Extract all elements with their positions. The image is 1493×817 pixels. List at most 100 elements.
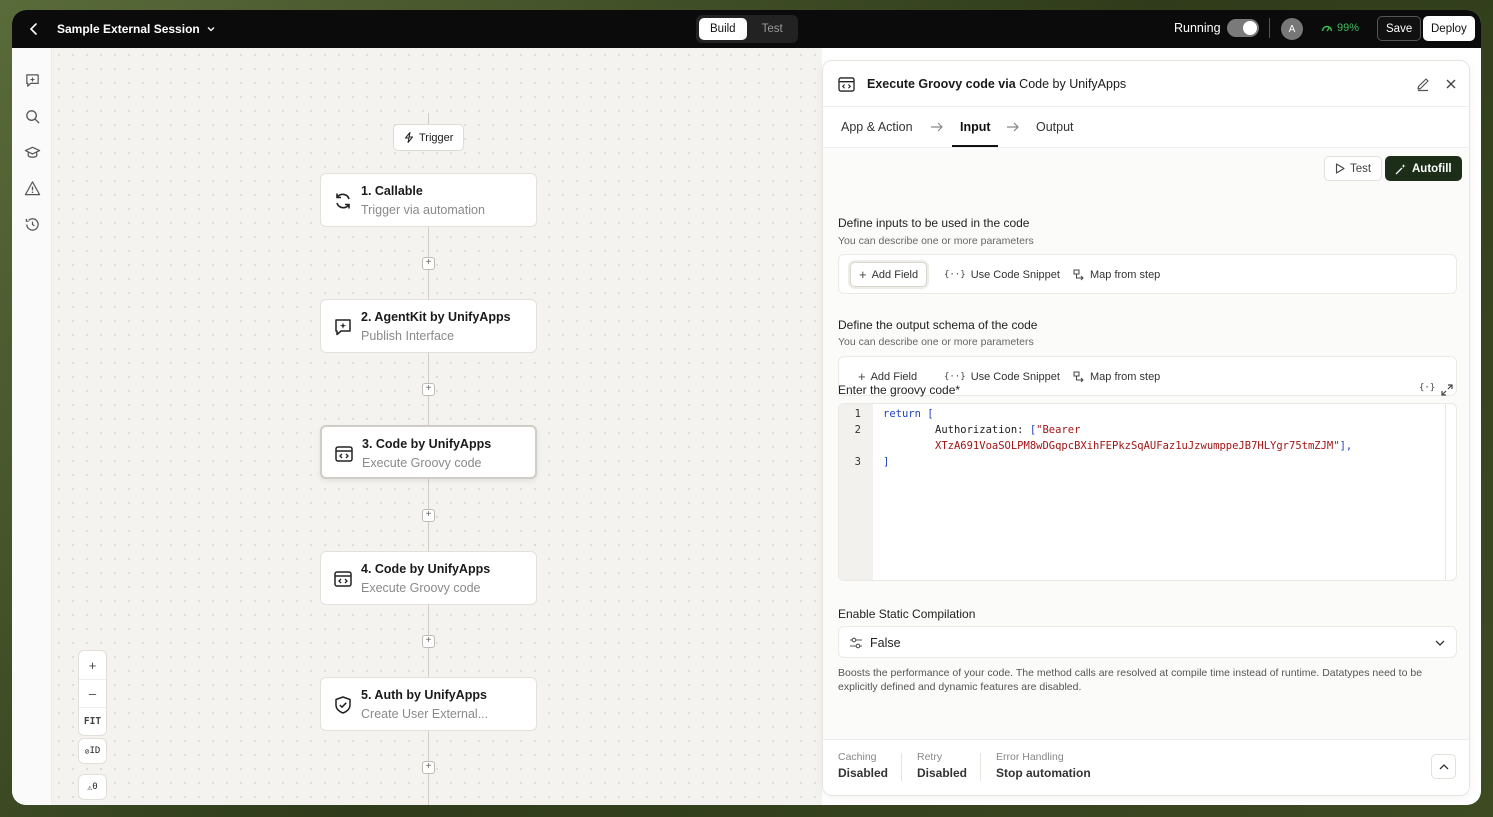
- tab-app-action[interactable]: App & Action: [841, 120, 913, 134]
- line-number: 1: [854, 408, 861, 420]
- add-step-button[interactable]: +: [422, 761, 435, 774]
- caching-value: Disabled: [838, 766, 889, 780]
- panel-footer: Caching Disabled Retry Disabled Error Ha…: [823, 739, 1469, 795]
- workflow-node-5[interactable]: 5. Auth by UnifyApps Create User Externa…: [320, 677, 537, 731]
- top-bar: Sample External Session Build Test Runni…: [12, 10, 1481, 48]
- workflow-node-3[interactable]: 3. Code by UnifyApps Execute Groovy code: [320, 425, 537, 479]
- avatar[interactable]: A: [1281, 18, 1303, 40]
- use-code-snippet-button[interactable]: {··} Use Code Snippet: [936, 262, 1068, 287]
- code-token: ],: [1339, 440, 1353, 452]
- warnings-button[interactable]: ⚠ 0: [78, 774, 107, 800]
- node-subtitle: Create User External...: [361, 707, 489, 721]
- chevron-up-icon: [1439, 763, 1448, 769]
- trigger-label: Trigger: [419, 131, 454, 144]
- expand-icon[interactable]: [1440, 383, 1454, 397]
- static-compilation-label: Enable Static Compilation: [838, 607, 976, 621]
- running-label: Running: [1174, 21, 1221, 35]
- tab-test[interactable]: Test: [751, 18, 794, 40]
- error-handling-setting[interactable]: Error Handling Stop automation: [996, 751, 1091, 780]
- add-step-button[interactable]: +: [422, 383, 435, 396]
- divider: [980, 753, 981, 781]
- retry-setting[interactable]: Retry Disabled: [917, 751, 967, 780]
- edit-icon[interactable]: [1415, 76, 1431, 92]
- search-icon[interactable]: [24, 108, 41, 125]
- editor-scrollbar[interactable]: [1445, 404, 1446, 580]
- map-step-icon: [1073, 269, 1084, 280]
- static-compilation-value: False: [870, 636, 901, 650]
- outputs-section-subtitle: You can describe one or more parameters: [838, 336, 1034, 348]
- tab-output[interactable]: Output: [1036, 120, 1074, 134]
- node-title: 1. Callable: [361, 184, 423, 198]
- chevron-down-icon: [1435, 640, 1445, 646]
- zoom-out-button[interactable]: –: [79, 679, 106, 707]
- panel-title-action: Execute Groovy code via: [867, 77, 1016, 91]
- deploy-button[interactable]: Deploy: [1423, 16, 1475, 41]
- trigger-pill[interactable]: Trigger: [393, 124, 465, 151]
- test-button[interactable]: Test: [1324, 156, 1383, 181]
- code-window-icon: [838, 77, 855, 92]
- map-from-step-button[interactable]: Map from step: [1065, 262, 1168, 287]
- add-step-button[interactable]: +: [422, 635, 435, 648]
- map-from-step-label: Map from step: [1090, 268, 1161, 281]
- autofill-label: Autofill: [1412, 162, 1452, 175]
- fit-view-button[interactable]: FIT: [79, 707, 106, 735]
- braces-format-icon[interactable]: {·}: [1419, 383, 1435, 397]
- collapse-footer-button[interactable]: [1431, 754, 1456, 779]
- save-button[interactable]: Save: [1377, 16, 1422, 41]
- autofill-button[interactable]: Autofill: [1385, 156, 1462, 181]
- add-input-field-button[interactable]: + Add Field: [850, 262, 928, 287]
- workflow-node-2[interactable]: 2. AgentKit by UnifyApps Publish Interfa…: [320, 299, 537, 353]
- mode-switch: Build Test: [696, 15, 798, 43]
- code-window-icon: [335, 446, 353, 462]
- inputs-section-title: Define inputs to be used in the code: [838, 216, 1030, 230]
- close-icon[interactable]: [1443, 76, 1459, 92]
- left-rail: [12, 48, 52, 805]
- warnings-count: 0: [92, 782, 98, 792]
- inputs-field-box: + Add Field {··} Use Code Snippet Map fr…: [838, 254, 1457, 294]
- braces-icon: {··}: [944, 269, 966, 280]
- panel-header: Execute Groovy code via Code by UnifyApp…: [823, 61, 1469, 107]
- node-title: 4. Code by UnifyApps: [361, 562, 491, 576]
- node-subtitle: Trigger via automation: [361, 203, 485, 217]
- code-string: XTzA691VoaSOLPM8wDGqpcBXihFEPkzSqAUFaz1u…: [935, 440, 1340, 452]
- magic-wand-icon: [1395, 163, 1406, 174]
- zoom-in-button[interactable]: +: [79, 651, 106, 679]
- line-number: 3: [854, 456, 861, 468]
- lightning-icon: [405, 132, 413, 143]
- toggle-id-button[interactable]: ⊘ ID: [78, 738, 107, 764]
- running-toggle[interactable]: [1227, 19, 1259, 37]
- chevron-down-icon: [207, 27, 215, 32]
- ai-chat-icon[interactable]: [24, 72, 41, 89]
- map-from-step-button[interactable]: Map from step: [1065, 364, 1168, 389]
- back-chevron-icon[interactable]: [26, 21, 42, 37]
- gauge-icon: [1321, 25, 1333, 32]
- error-handling-value: Stop automation: [996, 766, 1091, 780]
- tab-input[interactable]: Input: [960, 120, 991, 134]
- history-icon[interactable]: [24, 216, 41, 233]
- caching-setting[interactable]: Caching Disabled: [838, 751, 888, 780]
- add-field-label: Add Field: [871, 268, 919, 281]
- workflow-canvas[interactable]: Trigger 1. Callable Trigger via automati…: [52, 48, 822, 805]
- health-indicator[interactable]: 99%: [1321, 22, 1359, 34]
- workflow-node-1[interactable]: 1. Callable Trigger via automation: [320, 173, 537, 227]
- static-compilation-select[interactable]: False: [838, 626, 1457, 658]
- code-snippet-label: Use Code Snippet: [970, 268, 1060, 281]
- automation-title[interactable]: Sample External Session: [57, 22, 216, 36]
- panel-body: Test Autofill Define inputs to be used i…: [823, 149, 1469, 739]
- line-number: 2: [854, 424, 861, 436]
- warning-icon[interactable]: [24, 180, 41, 197]
- workflow-node-4[interactable]: 4. Code by UnifyApps Execute Groovy code: [320, 551, 537, 605]
- graduation-cap-icon[interactable]: [24, 144, 41, 161]
- code-label: Enter the groovy code*: [838, 383, 961, 397]
- tab-build[interactable]: Build: [699, 18, 747, 40]
- plus-icon: +: [859, 267, 867, 282]
- add-step-button[interactable]: +: [422, 257, 435, 270]
- code-editor[interactable]: 1 2 3 return [ Authorization: ["Bearer X…: [838, 403, 1457, 581]
- divider: [1269, 18, 1270, 38]
- code-line-3: ]: [883, 456, 889, 468]
- arrow-right-icon: [931, 122, 943, 132]
- add-step-button[interactable]: +: [422, 509, 435, 522]
- caching-label: Caching: [838, 751, 877, 763]
- code-window-icon: [334, 571, 352, 587]
- map-from-step-label: Map from step: [1090, 370, 1161, 383]
